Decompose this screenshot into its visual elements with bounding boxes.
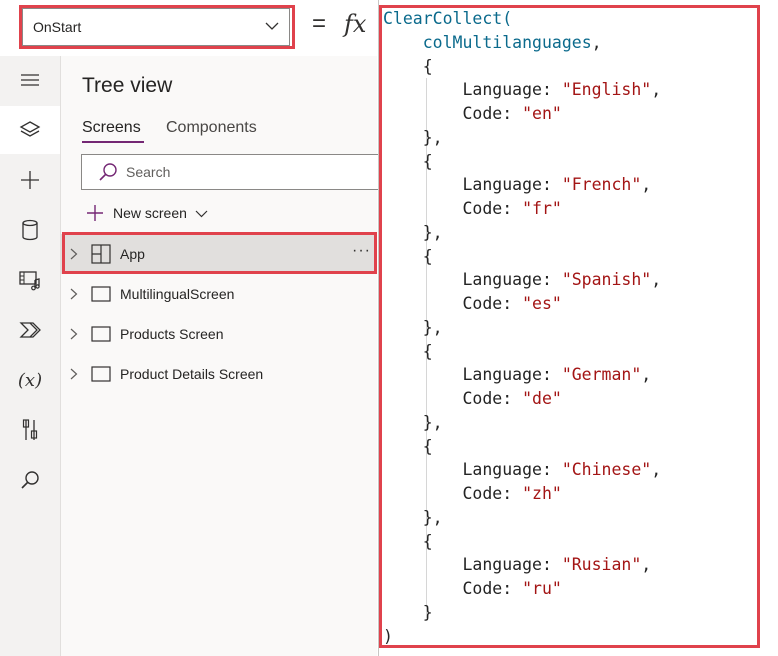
add-icon [85,203,105,223]
tree-item-app[interactable]: App ··· [61,234,377,274]
language-value: "Rusian" [561,555,642,575]
tree-item-label: MultilingualScreen [120,286,235,302]
variables-label: (x) [17,369,43,391]
formula-code[interactable]: ClearCollect( colMultilanguages, { Langu… [383,7,661,648]
tree-item-label: Products Screen [120,326,224,342]
active-tab-indicator [82,141,144,143]
language-value: "English" [561,80,652,100]
search-icon[interactable] [0,456,60,504]
media-icon[interactable] [0,256,60,304]
property-dropdown[interactable]: OnStart [22,8,290,46]
data-icon[interactable] [0,206,60,254]
language-value: "Spanish" [561,270,652,290]
code-value: "en" [522,104,562,123]
chevron-down-icon [195,207,208,220]
chevron-down-icon [265,19,279,36]
screen-icon [91,366,111,382]
tab-screens[interactable]: Screens [82,119,141,137]
closing-paren: ) [383,626,393,646]
code-value: "de" [522,389,562,408]
add-icon[interactable] [0,156,60,204]
language-value: "Chinese" [561,460,652,480]
chevron-right-icon[interactable] [70,288,82,300]
tree-item-label: App [120,246,145,262]
function-name: ClearCollect( [383,9,513,28]
language-value: "German" [561,365,642,385]
power-automate-icon[interactable] [0,306,60,354]
app-icon [91,244,111,264]
language-value: "French" [561,175,642,195]
chevron-right-icon[interactable] [70,248,82,260]
screen-icon [91,326,111,342]
code-value: "fr" [522,199,562,218]
new-screen-label: New screen [113,205,187,221]
code-value: "es" [522,294,562,313]
chevron-right-icon[interactable] [70,368,82,380]
new-screen-button[interactable]: New screen [85,201,208,225]
tree-view-panel: Tree view Screens Components Search New … [61,56,381,656]
more-options-icon[interactable]: ··· [352,242,371,260]
panel-title: Tree view [82,74,173,97]
screen-icon [91,286,111,302]
equals-sign: = [312,10,327,37]
menu-icon[interactable] [0,56,60,104]
property-value: OnStart [33,19,82,35]
tree-item-product-details-screen[interactable]: Product Details Screen [61,354,377,394]
layers-icon[interactable] [0,106,60,154]
tools-icon[interactable] [0,406,60,454]
tree-item-products-screen[interactable]: Products Screen [61,314,377,354]
search-field[interactable]: Search [81,154,381,190]
search-placeholder: Search [126,164,171,180]
code-value: "zh" [522,484,562,503]
formula-editor[interactable]: ClearCollect( colMultilanguages, { Langu… [378,0,778,656]
chevron-right-icon[interactable] [70,328,82,340]
tree-item-label: Product Details Screen [120,366,264,382]
tree-item-multilingualscreen[interactable]: MultilingualScreen [61,274,377,314]
collection-name: colMultilanguages [422,32,592,52]
fx-icon[interactable]: fx [344,10,366,38]
search-icon [98,162,118,182]
variables-icon[interactable]: (x) [0,356,60,404]
code-value: "ru" [522,579,562,598]
tab-components[interactable]: Components [166,119,257,137]
left-rail: (x) [0,56,61,656]
